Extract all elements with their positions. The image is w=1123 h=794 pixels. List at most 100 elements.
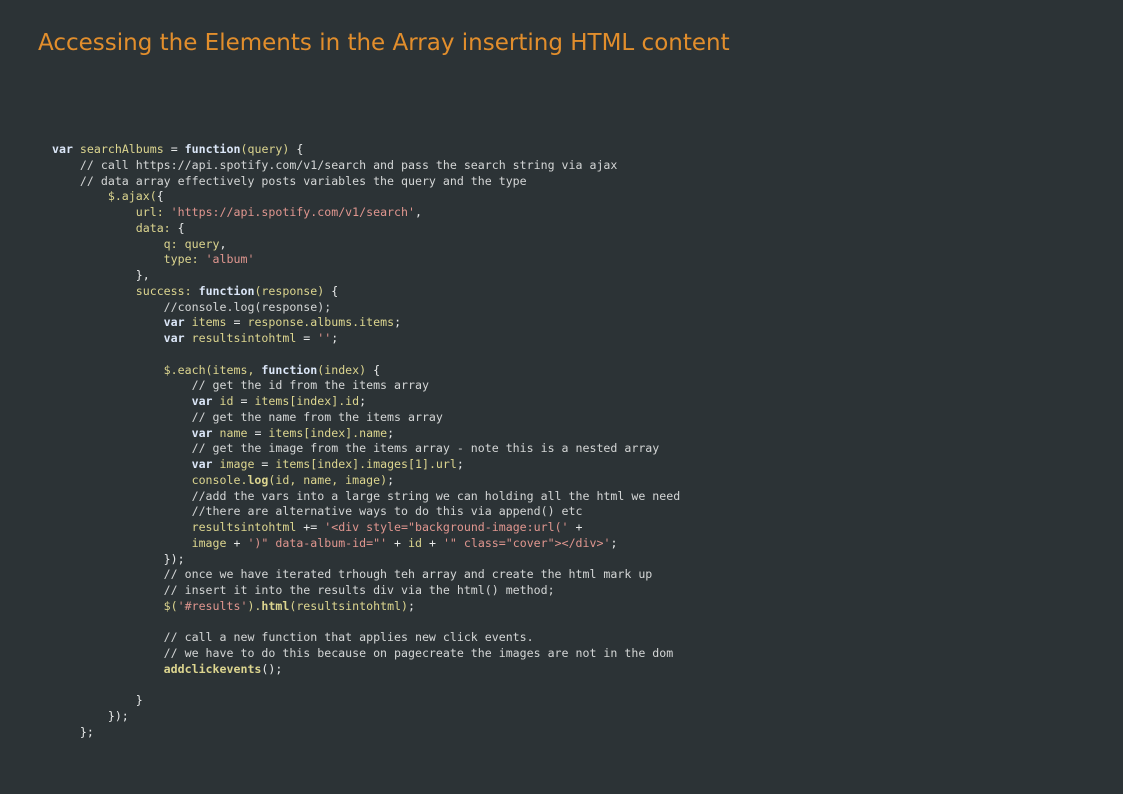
code-identifier: resultsintohtml — [184, 331, 304, 345]
code-keyword: var — [52, 394, 213, 408]
code-block: var searchAlbums = function(query) { // … — [52, 142, 680, 741]
code-string: '<div style="background-image:url(' — [324, 520, 569, 534]
code-line: //there are alternative ways to do this … — [52, 504, 680, 520]
code-identifier: items[index].images[1].url — [275, 457, 457, 471]
code-keyword: function — [198, 283, 255, 298]
code-line: // get the image from the items array - … — [52, 441, 680, 457]
code-comment: //console.log(response); — [52, 299, 332, 314]
code-punctuation: }, — [52, 268, 150, 282]
code-punctuation: ; — [387, 472, 395, 487]
code-identifier: resultsintohtml — [52, 520, 304, 534]
code-identifier: items[index].id — [254, 394, 360, 408]
code-identifier: ). — [247, 598, 262, 613]
code-line: type: 'album' — [52, 252, 680, 268]
code-punctuation: { — [177, 220, 185, 235]
code-identifier: $( — [52, 598, 178, 613]
code-line: var resultsintohtml = ''; — [52, 331, 680, 347]
code-line: }, — [52, 268, 680, 284]
code-punctuation: ; — [359, 394, 367, 408]
code-comment: // call a new function that applies new … — [52, 630, 534, 645]
code-punctuation: , — [414, 205, 422, 219]
code-punctuation: = — [261, 457, 276, 471]
code-line: } — [52, 693, 680, 709]
code-line: q: query, — [52, 237, 680, 253]
code-line: $('#results').html(resultsintohtml); — [52, 599, 680, 615]
code-identifier: url: — [52, 205, 171, 219]
code-punctuation: ; — [394, 315, 402, 330]
code-punctuation: = — [233, 315, 248, 330]
code-identifier: (response) — [254, 283, 332, 298]
code-punctuation: }); — [52, 709, 129, 723]
code-comment: //add the vars into a large string we ca… — [52, 488, 681, 503]
code-identifier: (id, name, image) — [268, 472, 388, 487]
code-line: // get the id from the items array — [52, 378, 680, 394]
code-line: image + ')" data-album-id="' + id + '" c… — [52, 536, 680, 552]
code-identifier: $.each(items, — [52, 362, 262, 377]
code-comment: // we have to do this because on pagecre… — [52, 646, 674, 660]
code-punctuation: ; — [387, 425, 395, 440]
code-comment: // get the id from the items array — [52, 378, 429, 393]
code-punctuation: { — [156, 189, 164, 204]
code-identifier: items[index].name — [268, 425, 388, 440]
code-function-call: log — [247, 472, 269, 487]
code-keyword: var — [52, 331, 185, 345]
code-punctuation: (); — [261, 661, 283, 676]
code-identifier: (index) — [317, 362, 374, 377]
code-string: '" class="cover"></div>' — [442, 535, 611, 550]
code-line: $.ajax({ — [52, 189, 680, 205]
code-punctuation: { — [331, 283, 339, 298]
code-identifier: type: — [52, 252, 206, 267]
code-comment: // call https://api.spotify.com/v1/searc… — [52, 157, 618, 172]
code-line: // call https://api.spotify.com/v1/searc… — [52, 158, 680, 174]
code-line: // once we have iterated trhough teh arr… — [52, 567, 680, 583]
code-identifier: success: — [52, 283, 199, 298]
code-line: var items = response.albums.items; — [52, 315, 680, 331]
code-punctuation: + — [387, 535, 409, 550]
code-punctuation: { — [373, 362, 381, 377]
code-line: // call a new function that applies new … — [52, 630, 680, 646]
code-punctuation: ; — [408, 598, 415, 613]
code-identifier: data: — [52, 220, 178, 235]
code-line: }); — [52, 709, 680, 725]
code-function-call: addclickevents — [52, 661, 262, 676]
code-identifier: searchAlbums — [72, 142, 171, 156]
code-line: // insert it into the results div via th… — [52, 583, 680, 599]
code-punctuation: ; — [331, 331, 339, 345]
code-comment: // get the name from the items array — [52, 409, 443, 424]
code-line: data: { — [52, 221, 680, 237]
code-identifier: image — [212, 457, 262, 471]
code-line: resultsintohtml += '<div style="backgrou… — [52, 520, 680, 536]
code-punctuation: + — [568, 520, 583, 534]
code-punctuation: += — [303, 520, 325, 534]
code-punctuation: ; — [610, 535, 618, 550]
code-string: 'https://api.spotify.com/v1/search' — [170, 205, 415, 219]
code-identifier: $.ajax( — [52, 189, 157, 204]
code-identifier: id — [212, 394, 241, 408]
code-punctuation: }; — [52, 724, 94, 739]
code-line: addclickevents(); — [52, 662, 680, 678]
code-line: var name = items[index].name; — [52, 426, 680, 442]
code-punctuation: { — [296, 142, 304, 156]
code-line: //console.log(response); — [52, 300, 680, 316]
code-keyword: var — [52, 315, 185, 330]
code-keyword: function — [184, 142, 241, 156]
code-line: console.log(id, name, image); — [52, 473, 680, 489]
code-keyword: function — [261, 362, 318, 377]
code-punctuation: + — [233, 535, 248, 550]
code-string: 'album' — [205, 252, 255, 267]
code-line: var searchAlbums = function(query) { — [52, 142, 680, 158]
code-punctuation: = — [240, 394, 255, 408]
code-identifier: image — [52, 535, 234, 550]
code-string: '' — [317, 331, 332, 345]
code-comment: // once we have iterated trhough teh arr… — [52, 567, 653, 582]
code-string: ')" data-album-id="' — [247, 535, 388, 550]
code-identifier: response.albums.items — [247, 315, 395, 330]
code-line: url: 'https://api.spotify.com/v1/search'… — [52, 205, 680, 221]
code-punctuation: ; — [456, 457, 464, 471]
code-punctuation: = — [303, 331, 318, 345]
code-line: // we have to do this because on pagecre… — [52, 646, 680, 662]
code-string: '#results' — [177, 598, 248, 613]
